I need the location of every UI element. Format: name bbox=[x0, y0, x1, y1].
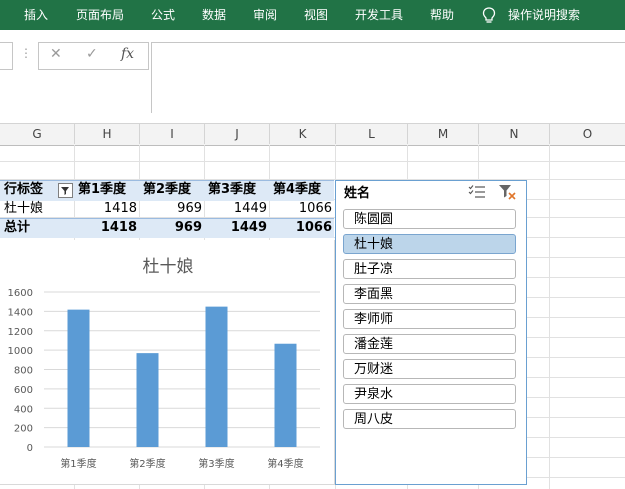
pivot-cell[interactable]: 1449 bbox=[205, 199, 267, 219]
pivot-total-cell[interactable]: 1418 bbox=[75, 218, 137, 238]
formula-input[interactable] bbox=[151, 42, 625, 113]
column-header-l[interactable]: L bbox=[336, 124, 408, 144]
pivot-chart[interactable]: 杜十娘 0 200 400 600 800 1000 1200 1400 1600 第1季度 第2季度… bbox=[0, 240, 335, 485]
pivot-header-q1: 第1季度 bbox=[78, 182, 127, 197]
pivot-header-q3: 第3季度 bbox=[208, 182, 257, 197]
tab-page-layout[interactable]: 页面布局 bbox=[76, 0, 124, 30]
y-tick-label: 200 bbox=[14, 424, 33, 435]
pivot-header-q2: 第2季度 bbox=[143, 182, 192, 197]
tab-formulas[interactable]: 公式 bbox=[151, 0, 175, 30]
y-tick-label: 400 bbox=[14, 404, 33, 415]
column-header-j[interactable]: J bbox=[205, 124, 270, 144]
pivot-cell[interactable]: 969 bbox=[140, 199, 202, 219]
pivot-cell[interactable]: 1418 bbox=[75, 199, 137, 219]
filter-icon bbox=[61, 187, 69, 195]
slicer-item-selected[interactable]: 杜十娘 bbox=[343, 234, 516, 254]
name-box[interactable] bbox=[0, 42, 13, 70]
pivot-total-cell[interactable]: 1449 bbox=[205, 218, 267, 238]
column-header-n[interactable]: N bbox=[479, 124, 550, 144]
y-tick-label: 1600 bbox=[8, 288, 33, 299]
multi-select-icon[interactable] bbox=[468, 184, 486, 199]
slicer-item[interactable]: 李面黑 bbox=[343, 284, 516, 304]
slicer-item[interactable]: 潘金莲 bbox=[343, 334, 516, 354]
column-header-g[interactable]: G bbox=[0, 124, 75, 144]
clear-filter-icon[interactable] bbox=[498, 184, 516, 200]
x-tick-label: 第2季度 bbox=[129, 457, 165, 470]
chart-bar bbox=[274, 343, 297, 447]
tab-view[interactable]: 视图 bbox=[304, 0, 328, 30]
chart-plot: 杜十娘 0 200 400 600 800 1000 1200 1400 1600 第1季度 第2季度… bbox=[8, 257, 320, 470]
column-header-i[interactable]: I bbox=[140, 124, 205, 144]
pivot-total-label[interactable]: 总计 bbox=[4, 218, 30, 238]
pivot-total-cell[interactable]: 969 bbox=[140, 218, 202, 238]
pivot-total-cell[interactable]: 1066 bbox=[270, 218, 332, 238]
column-header-h[interactable]: H bbox=[75, 124, 140, 144]
enter-icon[interactable]: ✓ bbox=[86, 46, 98, 62]
column-header-m[interactable]: M bbox=[408, 124, 479, 144]
slicer-title: 姓名 bbox=[344, 186, 371, 201]
tell-me-search[interactable]: 操作说明搜索 bbox=[508, 0, 580, 30]
chart-title: 杜十娘 bbox=[143, 257, 194, 277]
x-tick-label: 第3季度 bbox=[198, 457, 234, 470]
chart-bar bbox=[136, 353, 159, 447]
tab-developer[interactable]: 开发工具 bbox=[355, 0, 403, 30]
column-header-o[interactable]: O bbox=[550, 124, 625, 144]
slicer-item[interactable]: 李师师 bbox=[343, 309, 516, 329]
x-tick-label: 第4季度 bbox=[267, 457, 303, 470]
cancel-icon[interactable]: ✕ bbox=[50, 46, 62, 62]
y-tick-label: 0 bbox=[27, 443, 33, 454]
tab-insert[interactable]: 插入 bbox=[24, 0, 48, 30]
tab-data[interactable]: 数据 bbox=[202, 0, 226, 30]
y-tick-label: 1400 bbox=[8, 307, 33, 318]
tab-review[interactable]: 审阅 bbox=[253, 0, 277, 30]
chart-bar bbox=[205, 306, 228, 447]
pivot-cell[interactable]: 1066 bbox=[270, 199, 332, 219]
pivot-row-label-header[interactable]: 行标签 bbox=[4, 180, 43, 200]
column-header-k[interactable]: K bbox=[270, 124, 336, 144]
y-tick-label: 800 bbox=[14, 366, 33, 377]
more-dots-icon[interactable]: ⋮ bbox=[20, 46, 32, 60]
pivot-row-name[interactable]: 杜十娘 bbox=[4, 199, 43, 219]
slicer-item[interactable]: 万财迷 bbox=[343, 359, 516, 379]
chart-bar bbox=[67, 309, 90, 447]
gridline bbox=[0, 161, 625, 162]
slicer-item[interactable]: 陈圆圆 bbox=[343, 209, 516, 229]
lightbulb-icon bbox=[482, 7, 496, 23]
y-tick-label: 600 bbox=[14, 385, 33, 396]
y-tick-label: 1000 bbox=[8, 346, 33, 357]
slicer-item[interactable]: 尹泉水 bbox=[343, 384, 516, 404]
slicer-item[interactable]: 肚子凉 bbox=[343, 259, 516, 279]
function-icon[interactable]: fx bbox=[121, 46, 134, 62]
slicer-item[interactable]: 周八皮 bbox=[343, 409, 516, 429]
y-tick-label: 1200 bbox=[8, 327, 33, 338]
tab-help[interactable]: 帮助 bbox=[430, 0, 454, 30]
x-tick-label: 第1季度 bbox=[60, 457, 96, 470]
pivot-header-q4: 第4季度 bbox=[273, 182, 322, 197]
pivot-filter-button[interactable] bbox=[58, 183, 73, 198]
